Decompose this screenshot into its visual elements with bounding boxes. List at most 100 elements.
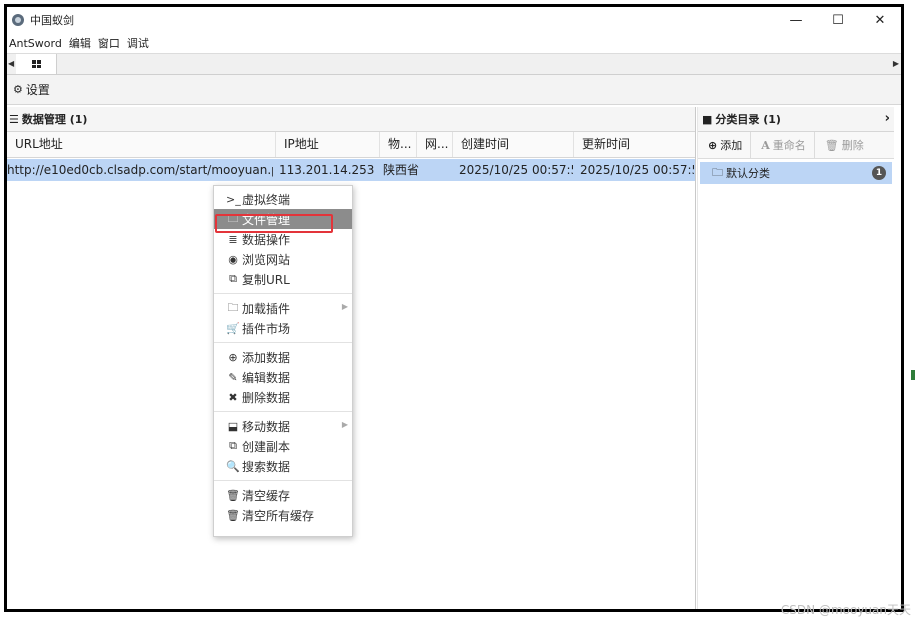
ctx-add-data[interactable]: ⊕ 添加数据 [214, 347, 352, 367]
column-ip[interactable]: IP地址 [276, 132, 380, 157]
menu-debug[interactable]: 调试 [125, 35, 154, 51]
ctx-label: 浏览网站 [242, 252, 291, 267]
ctx-label: 数据操作 [242, 232, 291, 247]
column-url[interactable]: URL地址 [7, 132, 276, 157]
column-created[interactable]: 创建时间 [453, 132, 574, 157]
rename-category-button[interactable]: A 重命名 [751, 132, 815, 158]
gear-icon: ⚙ [13, 83, 23, 96]
ctx-label: 搜索数据 [242, 459, 291, 474]
tab-home[interactable] [16, 54, 57, 74]
context-menu: >_ 虚拟终端 🗀 文件管理 ≣ 数据操作 ◉ 浏览网站 ⧉ 复制URL 🗀 加… [213, 185, 353, 537]
title-bar: 中国蚁剑 — ☐ ✕ [7, 7, 901, 33]
ctx-label: 加载插件 [242, 301, 291, 316]
ctx-clear-all-cache[interactable]: 🗑 清空所有缓存 [214, 505, 352, 525]
tab-scroll-left-icon[interactable]: ◀ [8, 59, 14, 68]
tab-scroll-right-icon[interactable]: ▶ [893, 59, 899, 68]
ctx-delete-data[interactable]: ✖ 删除数据 [214, 387, 352, 407]
category-count-badge: 1 [872, 166, 886, 180]
window-controls: — ☐ ✕ [775, 7, 901, 33]
trash-outline-icon: 🗑 [226, 488, 240, 502]
ctx-plugin-market[interactable]: 🛒 插件市场 [214, 318, 352, 338]
ctx-label: 清空缓存 [242, 488, 291, 503]
cell-url: http://e10ed0cb.clsadp.com/start/mooyuan… [7, 163, 273, 177]
ctx-clear-cache[interactable]: 🗑 清空缓存 [214, 485, 352, 505]
folder-icon: 🗀 [227, 211, 239, 225]
font-icon: A [761, 138, 770, 152]
menu-divider [214, 342, 352, 343]
submenu-arrow-icon: ▶ [341, 302, 348, 311]
category-toolbar: ⊕ 添加 A 重命名 🗑 删除 [698, 132, 894, 159]
menu-antsword[interactable]: AntSword [7, 37, 67, 50]
menu-window[interactable]: 窗口 [96, 35, 125, 51]
menu-divider [214, 480, 352, 481]
settings-toolbar: ⚙ 设置 [7, 75, 901, 105]
column-network[interactable]: 网... [417, 132, 453, 157]
ctx-label: 插件市场 [242, 321, 291, 336]
trash-icon: 🗑 [226, 508, 240, 522]
edge-decoration [911, 370, 915, 380]
tab-bar: ◀ ▶ [7, 53, 901, 75]
category-panel-title: 分类目录 (1) [715, 113, 781, 126]
copy-icon: ⧉ [229, 439, 237, 452]
folder-solid-icon: ■ [702, 112, 713, 126]
ctx-label: 文件管理 [242, 212, 291, 227]
table-header: URL地址 IP地址 物... 网... 创建时间 更新时间 [7, 132, 695, 158]
column-updated[interactable]: 更新时间 [574, 132, 695, 157]
maximize-button[interactable]: ☐ [817, 7, 859, 33]
ctx-browse-site[interactable]: ◉ 浏览网站 [214, 249, 352, 269]
cell-created: 2025/10/25 00:57:55 [459, 163, 573, 177]
ctx-create-copy[interactable]: ⧉ 创建副本 [214, 436, 352, 456]
ctx-file-manager[interactable]: 🗀 文件管理 [214, 209, 352, 229]
window-title: 中国蚁剑 [30, 14, 74, 27]
category-item-default[interactable]: 🗀 默认分类 1 [700, 162, 892, 184]
antsword-logo-icon [12, 14, 24, 26]
list-icon: ☰ [9, 112, 19, 126]
settings-button[interactable]: 设置 [26, 81, 50, 98]
ctx-load-plugin[interactable]: 🗀 加载插件 ▶ [214, 298, 352, 318]
category-panel-header: ■ 分类目录 (1) › [698, 107, 894, 132]
minimize-button[interactable]: — [775, 7, 817, 33]
ctx-label: 编辑数据 [242, 370, 291, 385]
column-location[interactable]: 物... [380, 132, 417, 157]
ctx-copy-url[interactable]: ⧉ 复制URL [214, 269, 352, 289]
folder-icon: 🗀 [227, 300, 239, 314]
app-window: 中国蚁剑 — ☐ ✕ AntSword 编辑 窗口 调试 ◀ ▶ ⚙ 设置 ☰ … [4, 4, 904, 612]
data-panel-header: ☰ 数据管理 (1) [7, 107, 695, 132]
rename-category-label: 重命名 [772, 139, 806, 152]
close-button[interactable]: ✕ [859, 7, 901, 33]
move-icon: ⬓ [227, 419, 239, 433]
data-panel-title: 数据管理 (1) [21, 113, 88, 126]
x-icon: ✖ [228, 390, 238, 404]
ctx-edit-data[interactable]: ✎ 编辑数据 [214, 367, 352, 387]
ctx-label: 清空所有缓存 [242, 508, 315, 523]
ctx-label: 复制URL [242, 272, 290, 287]
delete-category-label: 删除 [841, 139, 864, 152]
chevron-right-icon[interactable]: › [885, 111, 890, 126]
grid-icon [31, 60, 41, 68]
ctx-label: 虚拟终端 [242, 192, 291, 207]
edit-icon: ✎ [228, 370, 238, 384]
ctx-label: 创建副本 [242, 439, 291, 454]
add-category-button[interactable]: ⊕ 添加 [698, 132, 752, 158]
ctx-move-data[interactable]: ⬓ 移动数据 ▶ [214, 416, 352, 436]
terminal-icon: >_ [226, 192, 241, 206]
cell-ip: 113.201.14.253 [279, 163, 375, 177]
menu-divider [214, 411, 352, 412]
ctx-virtual-terminal[interactable]: >_ 虚拟终端 [214, 189, 352, 209]
ctx-label: 删除数据 [242, 390, 291, 405]
ctx-label: 添加数据 [242, 350, 291, 365]
menu-bar: AntSword 编辑 窗口 调试 [7, 33, 901, 53]
ctx-data-operations[interactable]: ≣ 数据操作 [214, 229, 352, 249]
cell-network [420, 159, 452, 181]
delete-category-button[interactable]: 🗑 删除 [815, 132, 872, 158]
category-panel: ■ 分类目录 (1) › ⊕ 添加 A 重命名 🗑 删除 🗀 默认分类 1 [697, 107, 894, 609]
ctx-label: 移动数据 [242, 419, 291, 434]
copy-icon: ⧉ [229, 272, 237, 285]
table-row[interactable]: http://e10ed0cb.clsadp.com/start/mooyuan… [7, 159, 695, 181]
submenu-arrow-icon: ▶ [341, 420, 348, 429]
cart-icon: 🛒 [226, 321, 240, 335]
menu-edit[interactable]: 编辑 [67, 35, 96, 51]
folder-icon: 🗀 [712, 165, 723, 179]
ctx-search-data[interactable]: 🔍 搜索数据 [214, 456, 352, 476]
chrome-icon: ◉ [228, 252, 238, 266]
